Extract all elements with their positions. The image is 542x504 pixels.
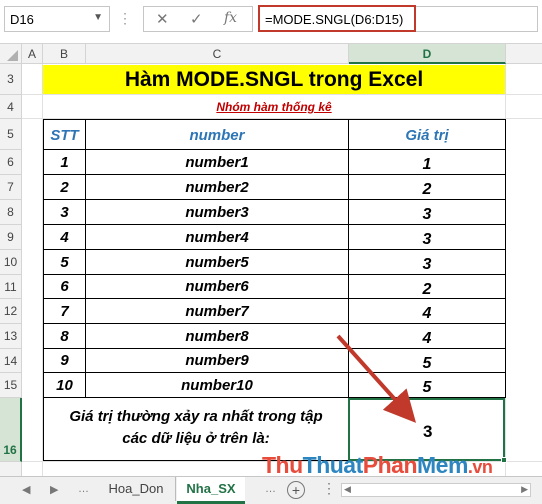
cell-number[interactable]: number7 — [86, 299, 349, 324]
cell-stt[interactable]: 5 — [43, 250, 86, 275]
column-header-b[interactable]: B — [43, 44, 86, 64]
formula-buttons: ✕ ✓ fx — [143, 6, 253, 32]
column-header-d[interactable]: D — [349, 44, 506, 64]
row-header-15[interactable]: 15 — [0, 373, 22, 398]
watermark-logo: ThuThuatPhanMem.vn — [262, 452, 493, 478]
cell-number[interactable]: number6 — [86, 275, 349, 299]
scroll-right-icon[interactable]: ▶ — [521, 484, 528, 495]
enter-icon[interactable]: ✓ — [190, 10, 203, 28]
cell-stt[interactable]: 4 — [43, 225, 86, 250]
header-number[interactable]: number — [86, 119, 349, 150]
pointer-arrow-icon — [336, 334, 417, 423]
cell-number[interactable]: number5 — [86, 250, 349, 275]
header-value[interactable]: Giá trị — [349, 119, 506, 150]
name-box[interactable]: D16 ▼ — [4, 6, 110, 32]
add-sheet-button[interactable]: + — [287, 481, 305, 499]
horizontal-scrollbar[interactable]: ◀ ▶ — [341, 483, 531, 497]
row-header-3[interactable]: 3 — [0, 64, 22, 95]
chevron-down-icon[interactable]: ▼ — [93, 12, 103, 23]
cell-stt[interactable]: 1 — [43, 150, 86, 175]
cell-stt[interactable]: 9 — [43, 349, 86, 373]
cell-value[interactable]: 1 — [349, 150, 506, 175]
name-box-value: D16 — [10, 12, 34, 27]
tab-nha-sx[interactable]: Nha_SX — [177, 477, 245, 504]
column-header-a[interactable]: A — [22, 44, 43, 64]
more-options-icon[interactable]: ⋮ — [322, 480, 336, 497]
insert-function-icon[interactable]: fx — [224, 10, 237, 26]
result-label-line2: các dữ liệu ở trên là: — [122, 430, 270, 447]
cancel-icon[interactable]: ✕ — [156, 10, 169, 28]
cell-stt[interactable]: 8 — [43, 324, 86, 349]
row-header-13[interactable]: 13 — [0, 324, 22, 349]
column-header-e[interactable] — [506, 44, 542, 64]
formula-text: =MODE.SNGL(D6:D15) — [265, 12, 404, 27]
drag-handle-icon[interactable]: ⋮ — [118, 10, 132, 27]
result-label-line1: Giá trị thường xảy ra nhất trong tập — [69, 408, 323, 425]
tab-more-icon[interactable]: … — [78, 483, 89, 495]
cell-number[interactable]: number9 — [86, 349, 349, 373]
select-all-corner[interactable] — [0, 44, 22, 64]
row-header-16[interactable]: 16 — [0, 398, 22, 462]
row-header-9[interactable]: 9 — [0, 225, 22, 250]
row-header-7[interactable]: 7 — [0, 175, 22, 200]
row-header-10[interactable]: 10 — [0, 250, 22, 275]
cell-value[interactable]: 3 — [349, 225, 506, 250]
cell-number[interactable]: number2 — [86, 175, 349, 200]
tab-scroll-left-icon[interactable]: ◀ — [22, 483, 30, 496]
fill-handle[interactable] — [501, 457, 507, 463]
sheet-subtitle: Nhóm hàm thống kê — [216, 100, 332, 114]
cell-value[interactable]: 3 — [349, 200, 506, 225]
tab-more-right-icon[interactable]: … — [265, 483, 276, 495]
cell-number[interactable]: number4 — [86, 225, 349, 250]
sheet-title: Hàm MODE.SNGL trong Excel — [43, 65, 505, 94]
cell-stt[interactable]: 2 — [43, 175, 86, 200]
formula-bar: D16 ▼ ⋮ ✕ ✓ fx =MODE.SNGL(D6:D15) — [0, 0, 542, 44]
row-header-8[interactable]: 8 — [0, 200, 22, 225]
row-header-4[interactable]: 4 — [0, 95, 22, 119]
row-header-14[interactable]: 14 — [0, 349, 22, 373]
cell-stt[interactable]: 7 — [43, 299, 86, 324]
row-header-12[interactable]: 12 — [0, 299, 22, 324]
cell-value[interactable]: 3 — [349, 250, 506, 275]
tab-scroll-right-icon[interactable]: ▶ — [50, 483, 58, 496]
header-stt[interactable]: STT — [43, 119, 86, 150]
column-header-c[interactable]: C — [86, 44, 349, 64]
row-header-11[interactable]: 11 — [0, 275, 22, 299]
cell-number[interactable]: number3 — [86, 200, 349, 225]
cell-number[interactable]: number10 — [86, 373, 349, 398]
scroll-left-icon[interactable]: ◀ — [344, 484, 351, 495]
cell-number[interactable]: number1 — [86, 150, 349, 175]
cell-value[interactable]: 4 — [349, 299, 506, 324]
formula-input[interactable]: =MODE.SNGL(D6:D15) — [258, 5, 416, 32]
row-header-17[interactable] — [0, 462, 22, 476]
cell-number[interactable]: number8 — [86, 324, 349, 349]
cell-value[interactable]: 2 — [349, 175, 506, 200]
cell-value[interactable]: 2 — [349, 275, 506, 299]
formula-input-extension[interactable] — [416, 6, 538, 32]
sheet-tabs-bar: ◀ ▶ … Hoa_Don Nha_SX … + ⋮ ◀ ▶ — [0, 476, 542, 504]
tab-hoa-don[interactable]: Hoa_Don — [97, 477, 176, 501]
cell-stt[interactable]: 3 — [43, 200, 86, 225]
select-all-icon — [7, 50, 18, 61]
cell-stt[interactable]: 10 — [43, 373, 86, 398]
row-header-5[interactable]: 5 — [0, 119, 22, 150]
cell-stt[interactable]: 6 — [43, 275, 86, 299]
row-header-6[interactable]: 6 — [0, 150, 22, 175]
